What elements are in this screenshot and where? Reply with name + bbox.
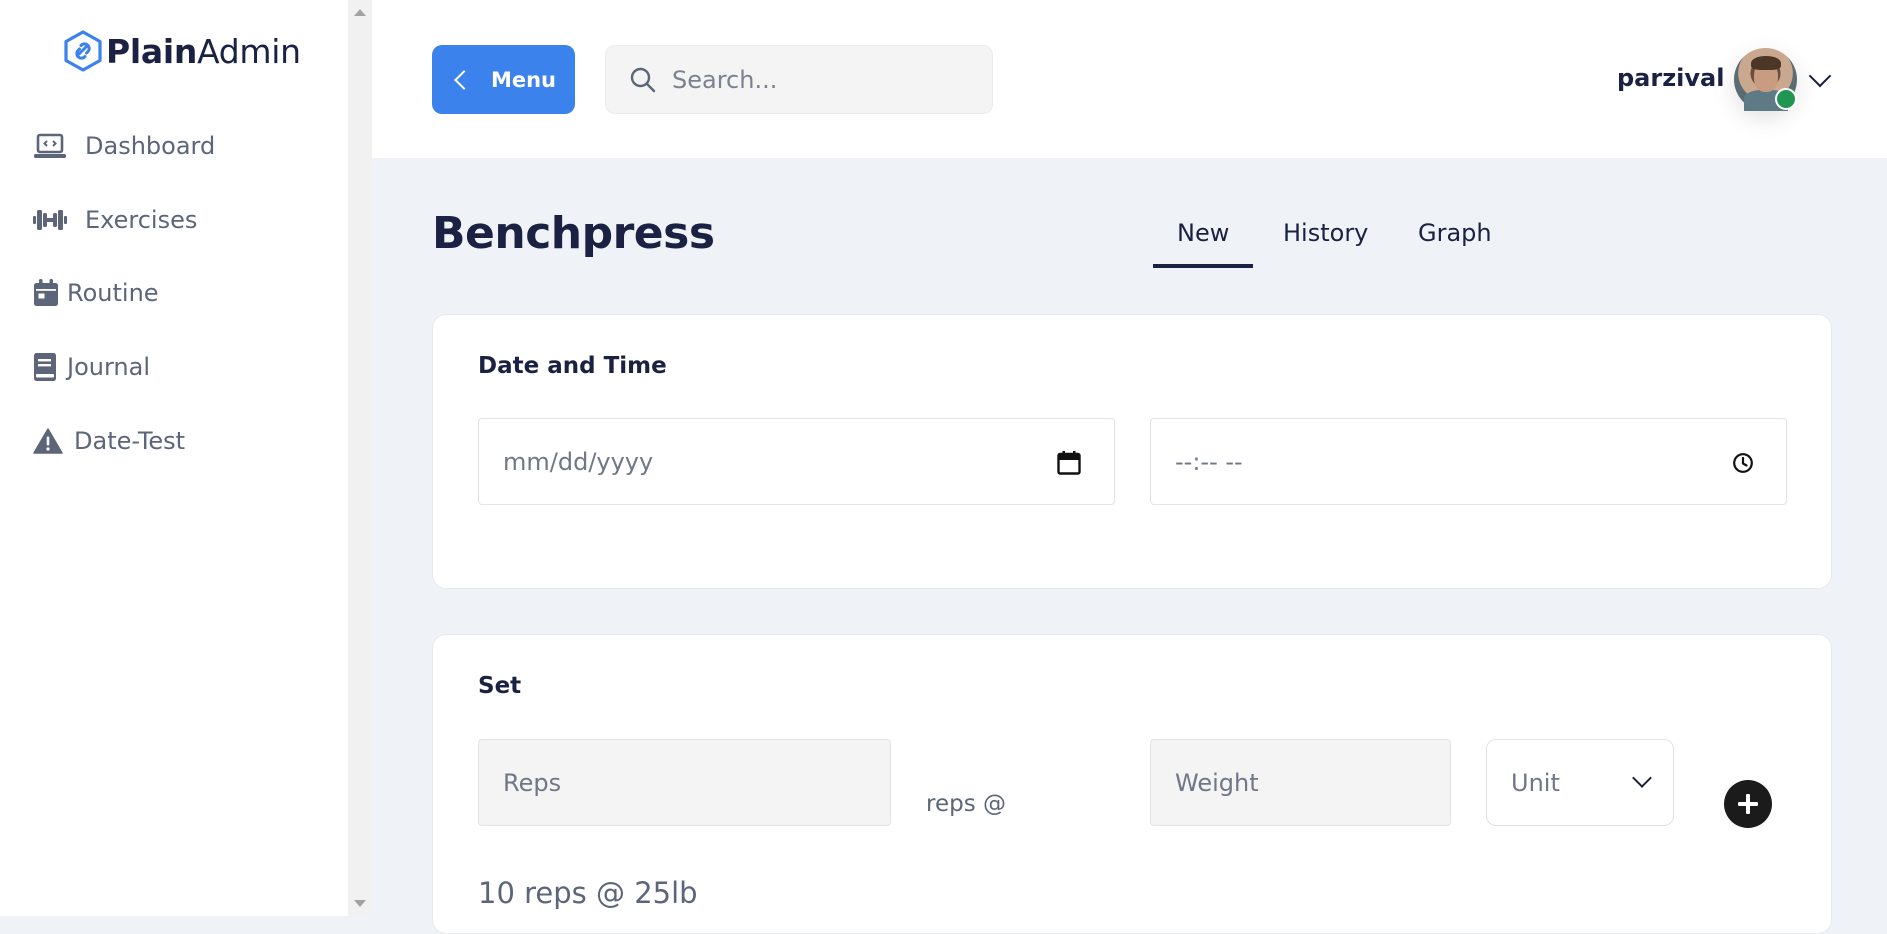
set-card-title: Set: [478, 673, 522, 699]
chevron-left-icon: [454, 69, 474, 90]
dumbbell-icon: [33, 205, 67, 235]
tab-history[interactable]: History: [1283, 219, 1368, 247]
sidebar-item-label: Date-Test: [74, 427, 186, 455]
search-box[interactable]: [605, 45, 993, 114]
sidebar-item-exercises[interactable]: Exercises: [33, 205, 197, 235]
calendar-icon: [33, 278, 59, 308]
brand-name-light: Admin: [197, 31, 301, 71]
sidebar-item-label: Exercises: [85, 206, 198, 234]
datetime-card-title: Date and Time: [478, 353, 667, 379]
weight-input[interactable]: Weight: [1150, 739, 1451, 826]
username[interactable]: parzival: [1617, 64, 1724, 92]
avatar-hair: [1751, 56, 1781, 70]
date-input[interactable]: mm/dd/yyyy: [478, 418, 1115, 505]
tab-new[interactable]: New: [1177, 219, 1229, 247]
add-set-button[interactable]: [1724, 780, 1772, 828]
laptop-code-icon: [33, 131, 67, 161]
unit-select[interactable]: Unit: [1486, 739, 1674, 826]
unit-select-value: Unit: [1511, 768, 1560, 797]
calendar-picker-icon[interactable]: [1057, 451, 1081, 475]
time-input[interactable]: --:-- --: [1150, 418, 1787, 505]
sidebar-scrollbar[interactable]: [348, 0, 372, 916]
clock-icon[interactable]: [1732, 452, 1754, 474]
sidebar-item-dashboard[interactable]: Dashboard: [33, 131, 215, 161]
menu-button-label: Menu: [490, 67, 557, 92]
chevron-down-icon: [1632, 768, 1652, 788]
book-icon: [33, 352, 59, 382]
brand-name-bold: Plain: [106, 31, 198, 71]
sidebar-item-routine[interactable]: Routine: [33, 278, 159, 308]
scroll-down-arrow-icon[interactable]: [354, 900, 366, 907]
active-tab-indicator: [1153, 264, 1253, 268]
time-placeholder: --:-- --: [1175, 447, 1243, 476]
menu-toggle-button[interactable]: Menu: [432, 45, 575, 114]
sidebar-item-journal[interactable]: Journal: [33, 352, 150, 382]
search-icon: [630, 67, 656, 92]
sidebar-item-label: Dashboard: [85, 132, 216, 160]
sidebar-item-label: Journal: [67, 353, 151, 381]
reps-input[interactable]: Reps: [478, 739, 891, 826]
date-placeholder: mm/dd/yyyy: [503, 447, 654, 476]
set-summary: 10 reps @ 25lb: [478, 876, 698, 910]
warning-icon: [33, 426, 63, 456]
sidebar-item-date-test[interactable]: Date-Test: [33, 426, 185, 456]
page-title: Benchpress: [432, 208, 715, 259]
sidebar: PlainAdmin Dashboard Exercises Routine J…: [0, 0, 348, 916]
reps-at-label: reps @: [926, 791, 1006, 817]
scroll-up-arrow-icon[interactable]: [354, 9, 366, 16]
tab-graph[interactable]: Graph: [1418, 219, 1492, 247]
sidebar-item-label: Routine: [67, 279, 159, 307]
reps-placeholder: Reps: [503, 768, 562, 797]
weight-placeholder: Weight: [1175, 768, 1259, 797]
brand-name: PlainAdmin: [106, 32, 301, 71]
plus-icon: [1738, 794, 1758, 814]
online-status-indicator: [1775, 88, 1797, 110]
search-input[interactable]: [670, 64, 974, 95]
logo-icon: [64, 30, 102, 72]
brand-logo[interactable]: PlainAdmin: [62, 30, 301, 72]
